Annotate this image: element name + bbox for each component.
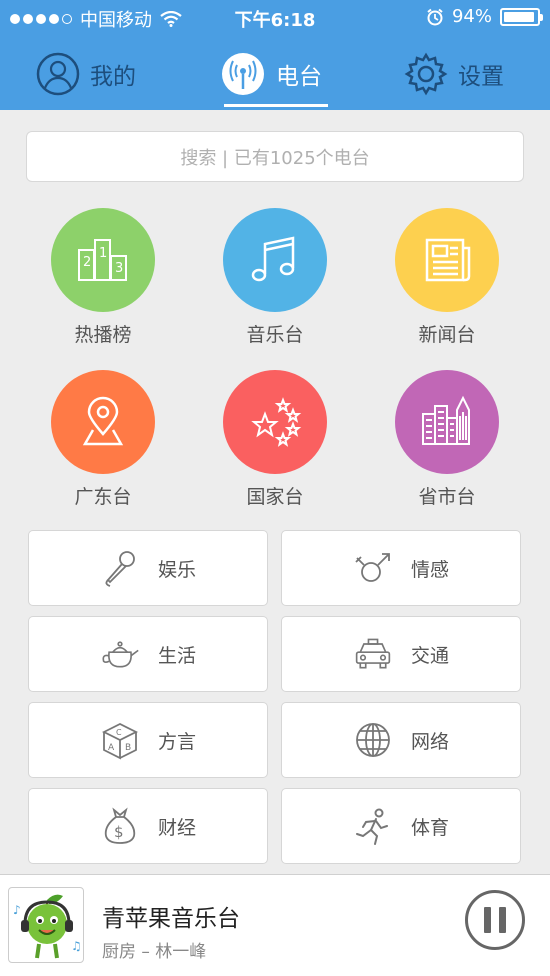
tile-emotion[interactable]: 情感	[281, 530, 521, 606]
city-buildings-icon	[422, 395, 470, 445]
search-placeholder: 搜索 | 已有1025个电台	[180, 147, 370, 169]
battery-percent: 94%	[451, 6, 492, 27]
category-circle	[223, 370, 327, 474]
category-circle	[223, 208, 327, 312]
category-hot-ranking[interactable]: 2 1 3 热播榜	[38, 208, 168, 347]
svg-text:B: B	[125, 743, 131, 753]
tile-life[interactable]: 生活	[28, 616, 268, 692]
tile-label: 财经	[157, 816, 196, 839]
tile-label: 娱乐	[157, 558, 196, 581]
tile-label: 生活	[157, 644, 196, 667]
category-circle	[395, 208, 499, 312]
tab-radio-label: 电台	[276, 64, 322, 90]
tile-internet[interactable]: 网络	[281, 702, 521, 778]
svg-text:3: 3	[115, 261, 123, 276]
category-music[interactable]: 音乐台	[210, 208, 340, 347]
category-news[interactable]: 新闻台	[382, 208, 512, 347]
tile-dialect[interactable]: C A B 方言	[28, 702, 268, 778]
svg-text:2: 2	[83, 255, 91, 270]
category-label: 热播榜	[74, 324, 132, 346]
svg-text:♫: ♫	[71, 939, 82, 953]
tile-label: 方言	[157, 730, 196, 753]
tab-settings-label: 设置	[458, 64, 504, 90]
battery-icon	[500, 7, 543, 26]
tile-label: 网络	[410, 730, 449, 753]
tile-sports[interactable]: 体育	[281, 788, 521, 864]
category-label: 省市台	[418, 486, 476, 508]
category-national[interactable]: 国家台	[210, 370, 340, 509]
category-label: 音乐台	[246, 324, 304, 346]
top-tabs: 我的 电台 设置	[0, 40, 550, 108]
station-cover[interactable]: ♪ ♫	[8, 887, 84, 963]
svg-text:A: A	[108, 743, 115, 753]
category-circle: 2 1 3	[51, 208, 155, 312]
money-bag-icon: $	[104, 807, 136, 844]
station-name: 青苹果音乐台	[102, 906, 240, 932]
globe-icon	[356, 723, 390, 757]
app-header: 中国移动 下午6:18 94% 我的 电台 设置	[0, 0, 550, 110]
teapot-icon	[102, 641, 139, 668]
category-guangdong[interactable]: 广东台	[38, 370, 168, 509]
svg-text:C: C	[116, 728, 122, 737]
location-pin-icon	[82, 396, 124, 446]
category-label: 新闻台	[418, 324, 476, 346]
ranking-podium-icon: 2 1 3	[78, 239, 127, 281]
now-playing-track: 厨房 – 林一峰	[102, 942, 207, 962]
category-provincial[interactable]: 省市台	[382, 370, 512, 509]
category-circle	[51, 370, 155, 474]
runner-icon	[355, 808, 388, 845]
gender-symbols-icon	[355, 553, 390, 582]
active-tab-indicator	[224, 104, 328, 107]
pause-icon	[484, 907, 491, 933]
status-bar: 中国移动 下午6:18 94%	[0, 0, 550, 36]
search-box[interactable]: 搜索 | 已有1025个电台	[26, 131, 524, 182]
tile-label: 体育	[410, 816, 449, 839]
tile-traffic[interactable]: 交通	[281, 616, 521, 692]
music-note-icon	[251, 236, 295, 282]
alarm-clock-icon	[427, 8, 443, 25]
microphone-icon	[105, 551, 135, 587]
tile-entertainment[interactable]: 娱乐	[28, 530, 268, 606]
svg-text:1: 1	[99, 246, 107, 261]
tab-mine-label: 我的	[90, 64, 136, 90]
category-label: 国家台	[246, 486, 304, 508]
tab-mine[interactable]: 我的	[36, 40, 136, 108]
tab-radio[interactable]: 电台	[220, 40, 322, 108]
tile-finance[interactable]: $ 财经	[28, 788, 268, 864]
tile-label: 情感	[410, 558, 449, 581]
newspaper-icon	[425, 238, 471, 282]
tile-label: 交通	[410, 644, 449, 667]
taxi-icon	[355, 638, 391, 669]
svg-text:$: $	[114, 823, 124, 841]
tab-settings[interactable]: 设置	[404, 40, 504, 108]
now-playing-bar[interactable]: ♪ ♫ 青苹果音乐台 厨房 – 林一峰	[0, 874, 550, 976]
person-icon	[36, 52, 80, 96]
pause-button[interactable]	[465, 890, 525, 950]
svg-text:♪: ♪	[13, 903, 21, 917]
green-apple-mascot-icon: ♪ ♫	[13, 894, 82, 959]
stars-icon	[251, 397, 302, 447]
category-label: 广东台	[74, 486, 132, 508]
gear-icon	[404, 52, 448, 96]
radio-icon	[222, 53, 264, 95]
category-circle	[395, 370, 499, 474]
abc-cube-icon: C A B	[101, 722, 138, 760]
